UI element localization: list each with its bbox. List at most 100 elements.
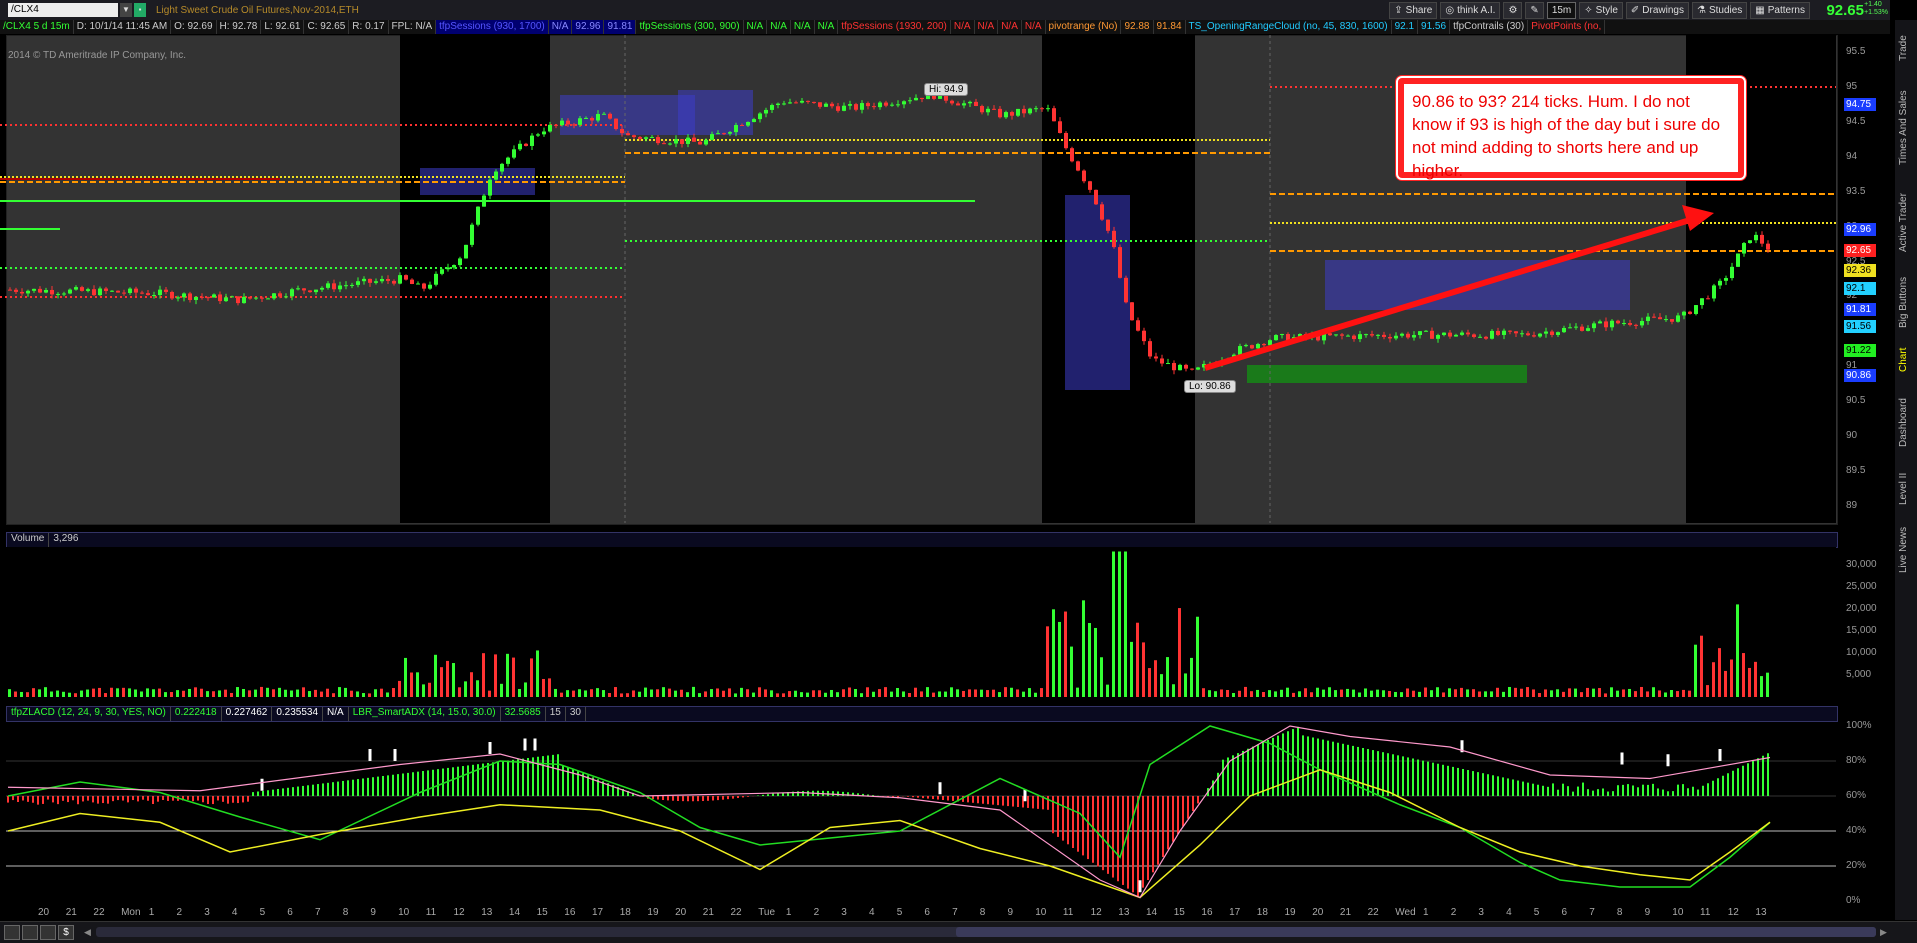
scroll-right-icon[interactable]: ▶ <box>1880 927 1887 938</box>
volume-bar <box>764 689 767 697</box>
studies-button[interactable]: ⚗ Studies <box>1691 2 1748 19</box>
bottom-scrollbar[interactable]: $ ◀ ▶ <box>0 921 1917 943</box>
volume-bar <box>1556 689 1559 697</box>
chevron-down-icon[interactable]: ▼ <box>120 3 132 17</box>
style-button[interactable]: ✧ Style <box>1579 2 1623 19</box>
volume-bar <box>206 691 209 697</box>
candle-body <box>620 129 624 134</box>
candle-body <box>404 275 408 280</box>
candle-body <box>440 269 444 274</box>
side-tab[interactable]: Level II <box>1898 468 1912 510</box>
patterns-button[interactable]: ▦ Patterns <box>1750 2 1810 19</box>
dollar-icon[interactable]: $ <box>58 925 74 940</box>
candle-body <box>578 118 582 125</box>
link-icon[interactable]: ▪ <box>134 3 146 17</box>
volume-bar <box>854 688 857 697</box>
volume-bar <box>1466 689 1469 697</box>
candle-body <box>1682 311 1686 316</box>
time-axis-label: 20 <box>38 907 50 918</box>
volume-bar <box>392 688 395 697</box>
annotation-box[interactable]: 90.86 to 93? 214 ticks. Hum. I do not kn… <box>1396 76 1746 180</box>
candle-body <box>1712 285 1716 299</box>
candle-body <box>104 288 108 292</box>
side-tab[interactable]: Dashboard <box>1898 395 1912 450</box>
candle-body <box>1742 243 1746 254</box>
candle-body <box>1094 189 1098 205</box>
volume-bar <box>50 691 53 697</box>
candle-body <box>1142 330 1146 342</box>
volume-bar <box>1070 646 1073 697</box>
volume-bar <box>1544 689 1547 697</box>
candle-body <box>1184 364 1188 369</box>
candle-body <box>482 195 486 207</box>
drawings-button[interactable]: ✐ Drawings <box>1625 2 1689 19</box>
volume-bar <box>926 687 929 697</box>
price-tag: 91.81 <box>1844 302 1876 316</box>
volume-bar <box>488 690 491 697</box>
candle-body <box>1520 333 1524 335</box>
time-axis-label: 19 <box>1284 907 1296 918</box>
volume-bar <box>692 686 695 697</box>
volume-bar <box>68 692 71 697</box>
candle-body <box>188 293 192 301</box>
magnifier-plus-icon[interactable] <box>40 925 56 940</box>
candle-body <box>1562 327 1566 333</box>
oscillator-chart[interactable] <box>0 721 1840 906</box>
candle-body <box>464 244 468 259</box>
volume-bar <box>74 693 77 697</box>
volume-bar <box>1328 687 1331 697</box>
tools-button[interactable]: ✎ <box>1525 2 1544 19</box>
think-ai-button[interactable]: ◎ think A.I. <box>1440 2 1501 19</box>
candle-body <box>710 134 714 140</box>
side-tab[interactable]: Times And Sales <box>1898 85 1912 170</box>
zoom-out-icon[interactable] <box>4 925 20 940</box>
volume-bar <box>1436 687 1439 697</box>
volume-bar <box>1742 653 1745 697</box>
zlacd-pink-line <box>7 725 1771 899</box>
volume-bar <box>1244 686 1247 697</box>
side-tab[interactable]: Trade <box>1898 28 1912 68</box>
price-tag: 90.86 <box>1844 368 1876 382</box>
volume-bar <box>650 689 653 697</box>
candle-body <box>1334 334 1338 336</box>
candle-body <box>776 103 780 106</box>
volume-bar <box>350 690 353 697</box>
candle-body <box>860 103 864 110</box>
side-tab[interactable]: Chart <box>1898 340 1912 380</box>
side-tab[interactable]: Live News <box>1898 520 1912 580</box>
low-callout: Lo: 90.86 <box>1184 380 1236 393</box>
info-item: 92.1 <box>1392 20 1419 34</box>
candle-body <box>458 258 462 266</box>
symbol-input[interactable]: /CLX4 <box>8 3 118 17</box>
candle-body <box>1052 108 1056 122</box>
candle-body <box>1532 335 1536 337</box>
candle-body <box>908 100 912 102</box>
candle-body <box>656 137 660 144</box>
volume-bar <box>938 691 941 697</box>
volume-bar <box>104 693 107 697</box>
scroll-left-icon[interactable]: ◀ <box>84 927 91 938</box>
settings-button[interactable]: ⚙ <box>1503 2 1523 19</box>
share-button[interactable]: ⇪ Share <box>1389 2 1438 19</box>
volume-axis-label: 20,000 <box>1846 602 1877 614</box>
side-tab[interactable]: Active Trader <box>1898 185 1912 260</box>
side-tab[interactable]: Big Buttons <box>1898 268 1912 336</box>
volume-bar <box>1262 691 1265 697</box>
timeframe-button[interactable]: 15m <box>1546 2 1577 19</box>
candle-body <box>950 100 954 104</box>
candle-body <box>158 289 162 296</box>
candle-body <box>1490 330 1494 339</box>
scroll-thumb[interactable] <box>96 927 1876 937</box>
time-axis-label: 3 <box>204 907 210 918</box>
volume-bar <box>98 687 101 697</box>
candle-body <box>1568 327 1572 329</box>
magnifier-icon[interactable] <box>22 925 38 940</box>
price-tag: 92.1 <box>1844 282 1876 296</box>
time-axis-label: 21 <box>1339 907 1352 918</box>
time-axis-label: 22 <box>93 907 105 918</box>
price-axis-label: 95 <box>1846 81 1858 93</box>
volume-chart[interactable] <box>0 547 1840 697</box>
time-axis-label: 8 <box>979 907 986 918</box>
candle-body <box>548 124 552 132</box>
volume-bar <box>230 692 233 697</box>
